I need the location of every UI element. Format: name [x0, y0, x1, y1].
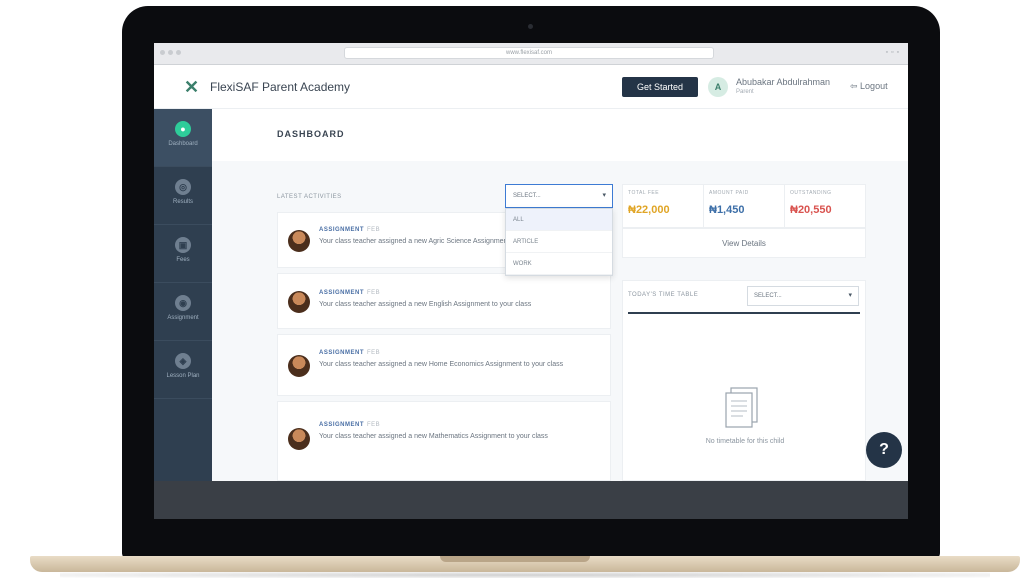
sidebar-item-fees[interactable]: ▣ Fees [154, 225, 212, 283]
user-role: Parent [736, 89, 754, 95]
sidebar-item-results[interactable]: ◎ Results [154, 167, 212, 225]
fee-summary: TOTAL FEE ₦22,000 AMOUNT PAID ₦1,450 OUT… [622, 184, 866, 229]
timetable-divider [628, 312, 860, 314]
empty-timetable-message: No timetable for this child [705, 438, 785, 445]
activity-type: ASSIGNMENT FEB [319, 227, 381, 233]
activity-card[interactable]: ASSIGNMENT FEB Your class teacher assigne… [277, 273, 611, 329]
stat-label: TOTAL FEE [628, 190, 660, 196]
amount-paid-stat: AMOUNT PAID ₦1,450 [704, 185, 785, 229]
sidebar-item-label: Assignment [167, 315, 199, 321]
screen: www.flexisaf.com ▫▫▫ ✕ FlexiSAF Parent A… [154, 43, 908, 519]
results-icon: ◎ [175, 179, 191, 195]
dropdown-option-article[interactable]: ARTICLE [506, 231, 612, 253]
activity-text: Your class teacher assigned a new Mathem… [319, 433, 548, 440]
activity-date: FEB [367, 227, 381, 233]
activity-filter-select[interactable]: SELECT... ▾ [505, 184, 613, 208]
activity-card[interactable]: ASSIGNMENT FEB Your class teacher assigne… [277, 401, 611, 481]
chevron-down-icon: ▾ [602, 192, 606, 199]
sidebar-item-dashboard[interactable]: ● Dashboard [154, 109, 212, 167]
dropdown-option-all[interactable]: ALL [506, 209, 612, 231]
stat-label: AMOUNT PAID [709, 190, 749, 196]
sidebar-item-assignment[interactable]: ◉ Assignment [154, 283, 212, 341]
page-header: DASHBOARD [212, 109, 908, 161]
activity-text: Your class teacher assigned a new Home E… [319, 361, 564, 368]
activity-type: ASSIGNMENT FEB [319, 350, 381, 356]
flexisaf-logo-icon: ✕ [184, 77, 200, 97]
activity-avatar [288, 230, 310, 252]
screen-footer [154, 481, 908, 519]
dashboard-icon: ● [175, 121, 191, 137]
activity-avatar [288, 428, 310, 450]
logout-icon: ⇦ [850, 81, 861, 91]
sidebar-item-label: Dashboard [168, 141, 198, 147]
fees-icon: ▣ [175, 237, 191, 253]
view-details-button[interactable]: View Details [622, 228, 866, 258]
logout-button[interactable]: ⇦ Logout [850, 81, 888, 92]
help-icon: ? [879, 441, 889, 458]
activity-filter-value: SELECT... [513, 193, 541, 199]
activity-date: FEB [367, 290, 381, 296]
activity-card[interactable]: ASSIGNMENT FEB Your class teacher assigne… [277, 334, 611, 396]
laptop-notch [440, 556, 590, 562]
timetable-select[interactable]: SELECT... ▾ [747, 286, 859, 306]
browser-bar: www.flexisaf.com ▫▫▫ [154, 43, 908, 65]
sidebar: ● Dashboard ◎ Results ▣ Fees ◉ Assignmen… [154, 109, 212, 481]
stat-label: OUTSTANDING [790, 190, 832, 196]
timetable-panel: TODAY'S TIME TABLE SELECT... ▾ No timeta… [622, 280, 866, 481]
total-fee-stat: TOTAL FEE ₦22,000 [623, 185, 704, 229]
main-content: DASHBOARD LATEST ACTIVITIES SELECT... ▾ … [212, 109, 908, 481]
page-title: DASHBOARD [277, 129, 345, 139]
activity-date: FEB [367, 422, 381, 428]
dropdown-option-work[interactable]: WORK [506, 253, 612, 275]
activity-date: FEB [367, 350, 381, 356]
stat-value: ₦1,450 [709, 204, 745, 216]
assignment-icon: ◉ [175, 295, 191, 311]
user-name[interactable]: Abubakar Abdulrahman [736, 77, 830, 87]
activity-type: ASSIGNMENT FEB [319, 290, 381, 296]
timetable-select-value: SELECT... [754, 293, 782, 299]
stat-value: ₦22,000 [628, 204, 670, 216]
activity-avatar [288, 355, 310, 377]
sidebar-item-label: Results [172, 199, 193, 205]
app-header: ✕ FlexiSAF Parent Academy Get Started A … [154, 65, 908, 109]
timetable-label: TODAY'S TIME TABLE [628, 292, 699, 298]
help-button[interactable]: ? [866, 432, 902, 468]
avatar[interactable]: A [708, 77, 728, 97]
logout-label: Logout [860, 81, 888, 91]
activity-text: Your class teacher assigned a new Englis… [319, 301, 532, 308]
app-title: FlexiSAF Parent Academy [210, 80, 351, 94]
window-controls[interactable] [160, 50, 181, 55]
camera-dot [528, 24, 533, 29]
lesson-plan-icon: ◈ [175, 353, 191, 369]
address-bar[interactable]: www.flexisaf.com [344, 47, 714, 59]
activity-filter-dropdown: ALL ARTICLE WORK [505, 208, 613, 276]
document-icon [725, 387, 758, 428]
activity-avatar [288, 291, 310, 313]
chevron-down-icon: ▾ [848, 292, 852, 299]
laptop-shadow [60, 572, 990, 578]
sidebar-item-lesson-plan[interactable]: ◈ Lesson Plan [154, 341, 212, 399]
sidebar-item-label: Fees [176, 257, 190, 263]
latest-activities-label: LATEST ACTIVITIES [277, 194, 342, 200]
browser-controls[interactable]: ▫▫▫ [886, 49, 902, 56]
activity-type: ASSIGNMENT FEB [319, 422, 381, 428]
stat-value: ₦20,550 [790, 204, 832, 216]
laptop-mockup: www.flexisaf.com ▫▫▫ ✕ FlexiSAF Parent A… [0, 0, 1033, 581]
get-started-button[interactable]: Get Started [622, 77, 698, 97]
outstanding-stat: OUTSTANDING ₦20,550 [785, 185, 866, 229]
sidebar-item-label: Lesson Plan [166, 373, 200, 379]
